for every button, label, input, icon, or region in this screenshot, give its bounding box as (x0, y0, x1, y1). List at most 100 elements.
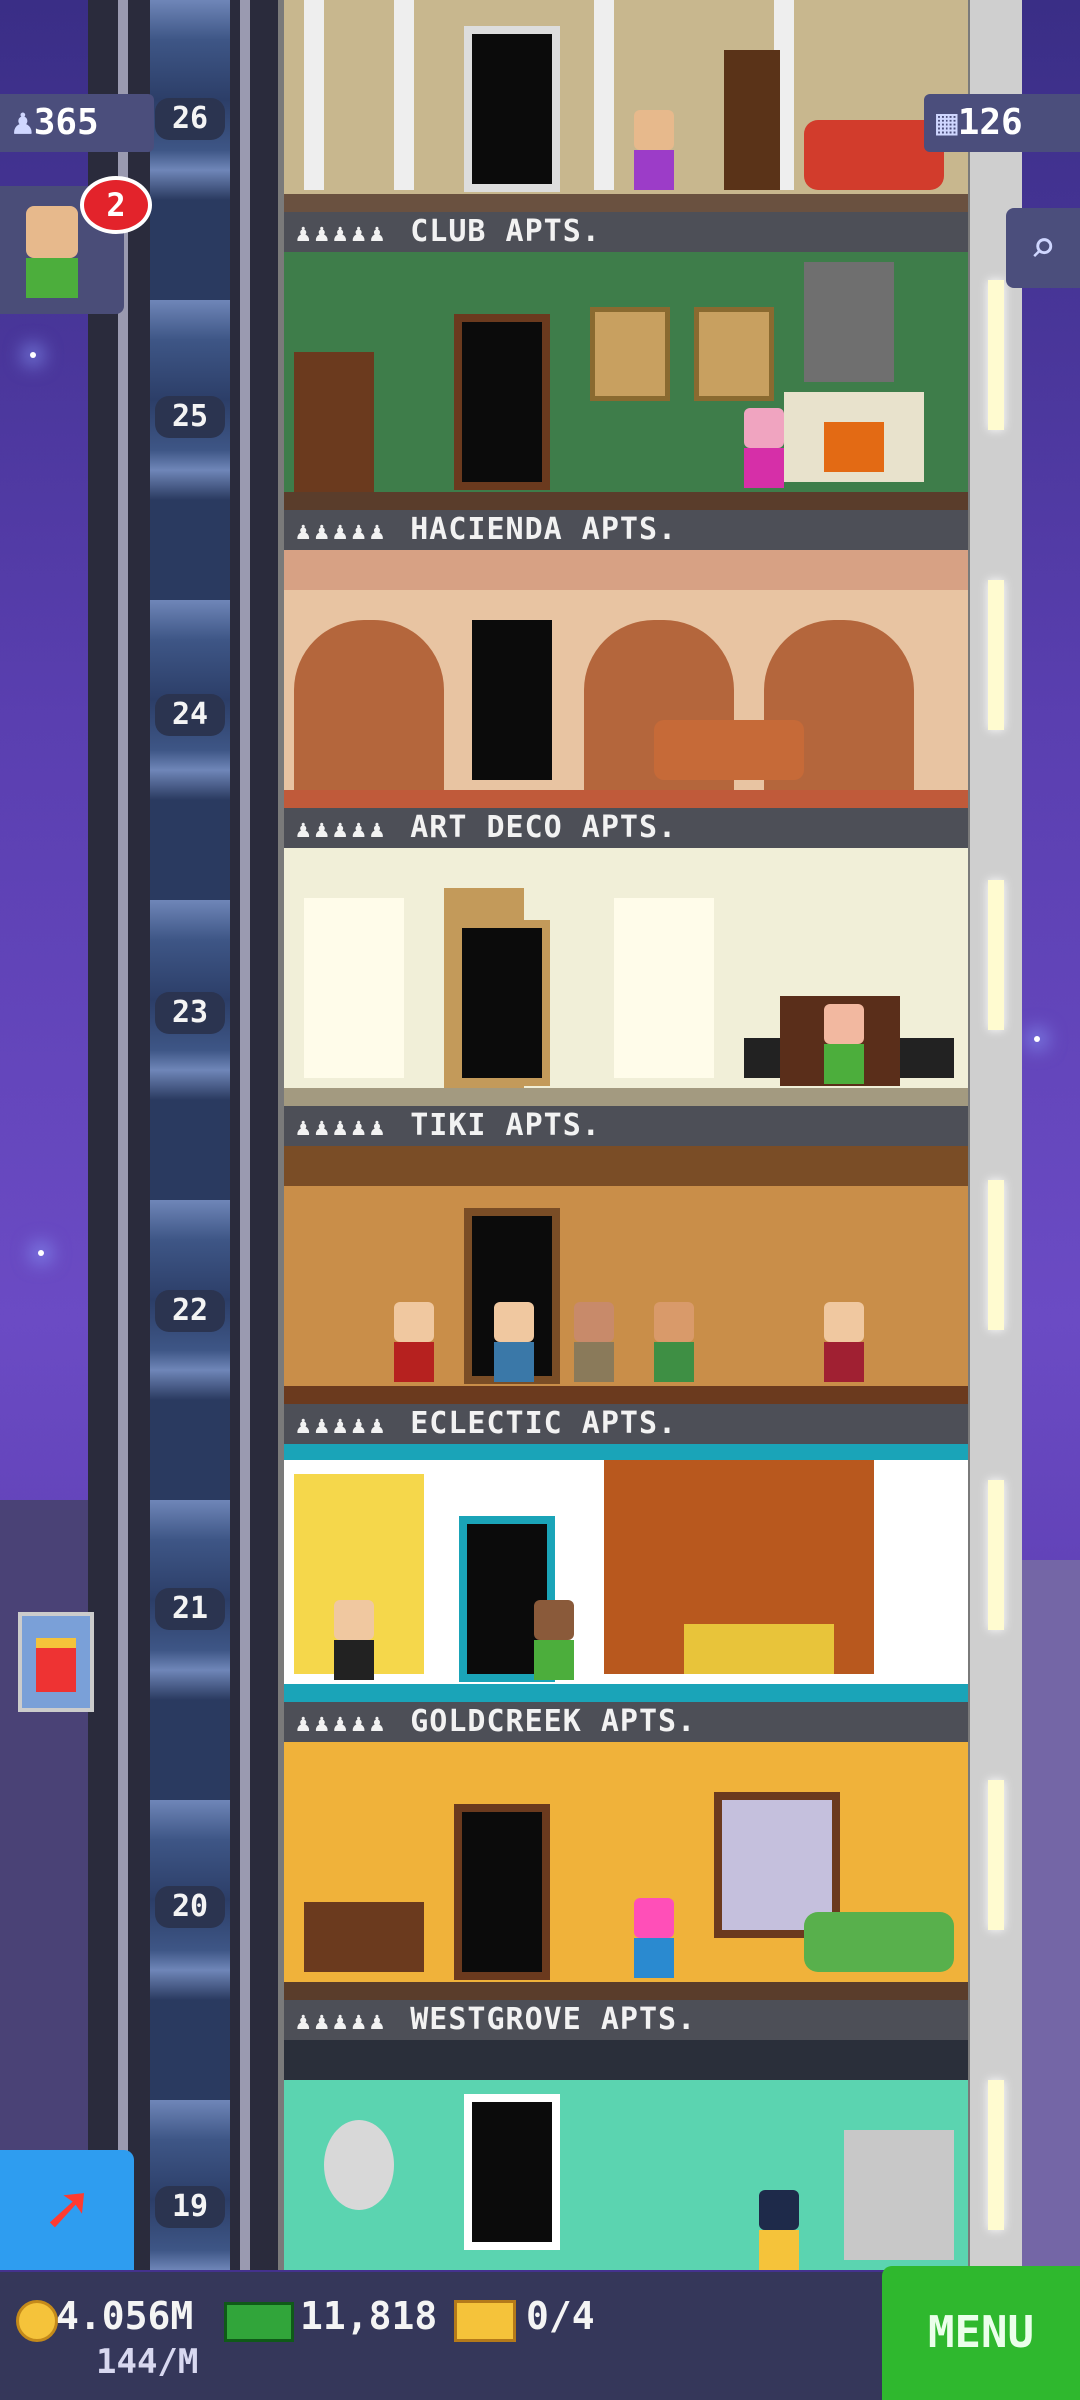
elevator-rail (240, 0, 250, 2270)
population-value: 365 (33, 102, 99, 143)
star-decoration (38, 1250, 44, 1256)
tower-window (988, 580, 1004, 730)
apartment-door (454, 314, 550, 490)
tower-right-column (970, 0, 1022, 2270)
star-decoration (1034, 1036, 1040, 1042)
floor-base (284, 194, 968, 212)
floor-number-22[interactable]: 22 (155, 1290, 225, 1332)
tower-window (988, 1180, 1004, 1330)
floor-base (284, 1386, 968, 1404)
floor-20-room[interactable] (284, 1742, 968, 2000)
floor-name: CLUB APTS. (410, 214, 601, 249)
tower-window (988, 1480, 1004, 1630)
fries-icon (36, 1638, 76, 1692)
occupancy-icons: ♟♟♟♟♟ (296, 1113, 389, 1141)
floor-name: TIKI APTS. (410, 1108, 601, 1143)
star-decoration (30, 352, 36, 358)
floor-number-23[interactable]: 23 (155, 992, 225, 1034)
person-icon: ♟ (12, 102, 34, 143)
search-button[interactable]: ⌕ (1006, 208, 1080, 288)
ticket-icon (454, 2300, 516, 2342)
floor-22-room[interactable] (284, 1146, 968, 1404)
elevator-up-button[interactable]: ➚ (0, 2150, 134, 2270)
notification-badge: 2 (80, 176, 152, 234)
apartment-door (454, 920, 550, 1086)
resident-sprite[interactable] (744, 408, 784, 488)
resident-sprite[interactable] (824, 1004, 864, 1084)
floor-number-25[interactable]: 25 (155, 396, 225, 438)
magnifier-icon: ⌕ (1029, 222, 1057, 273)
resident-sprite[interactable] (634, 110, 674, 190)
apartment-door (464, 612, 560, 788)
floor-base (284, 790, 968, 808)
floor-21-room[interactable] (284, 1444, 968, 1702)
background-building (1022, 1560, 1080, 2270)
population-counter[interactable]: ♟365 (0, 94, 154, 152)
tower-window (988, 1780, 1004, 1930)
floor-25-label: ♟♟♟♟♟ HACIENDA APTS. (284, 510, 968, 550)
floor-name: ART DECO APTS. (410, 810, 678, 845)
floor-base (284, 1088, 968, 1106)
visitor-avatar (26, 206, 78, 258)
floor-name: GOLDCREEK APTS. (410, 1704, 697, 1739)
resident-sprite[interactable] (334, 1600, 374, 1680)
floor-number-19[interactable]: 19 (155, 2186, 225, 2228)
apartment-door (454, 1804, 550, 1980)
resident-sprite[interactable] (759, 2190, 799, 2270)
floor-25-room[interactable] (284, 252, 968, 510)
occupancy-icons: ♟♟♟♟♟ (296, 219, 389, 247)
floor-19-room[interactable] (284, 2040, 968, 2270)
floor-base (284, 492, 968, 510)
apartment-door (464, 26, 560, 192)
resident-sprite[interactable] (824, 1302, 864, 1382)
floor-name: ECLECTIC APTS. (410, 1406, 678, 1441)
visitor-avatar-body (26, 258, 78, 298)
floor-21-label: ♟♟♟♟♟ GOLDCREEK APTS. (284, 1702, 968, 1742)
floor-23-label: ♟♟♟♟♟ TIKI APTS. (284, 1106, 968, 1146)
resident-sprite[interactable] (494, 1302, 534, 1382)
resident-sprite[interactable] (534, 1600, 574, 1680)
floor-number-20[interactable]: 20 (155, 1886, 225, 1928)
tower-window (988, 280, 1004, 430)
occupancy-icons: ♟♟♟♟♟ (296, 517, 389, 545)
floor-26-room[interactable] (284, 0, 968, 212)
floor-number-24[interactable]: 24 (155, 694, 225, 736)
building-icon: ▦ (936, 102, 958, 143)
resident-sprite[interactable] (634, 1898, 674, 1978)
arrow-up-right-icon: ➚ (45, 2169, 89, 2251)
coins-rate: 144/M (96, 2342, 199, 2382)
floors-counter[interactable]: ▦126 (924, 94, 1080, 152)
floor-base (284, 1684, 968, 1702)
floor-20-label: ♟♟♟♟♟ WESTGROVE APTS. (284, 2000, 968, 2040)
elevator-car-track[interactable] (150, 0, 230, 2270)
floor-name: HACIENDA APTS. (410, 512, 678, 547)
occupancy-icons: ♟♟♟♟♟ (296, 1709, 389, 1737)
floor-26-label: ♟♟♟♟♟ CLUB APTS. (284, 212, 968, 252)
bitizen-request-card[interactable] (18, 1612, 94, 1712)
floor-base (284, 1982, 968, 2000)
resident-sprite[interactable] (654, 1302, 694, 1382)
resident-sprite[interactable] (574, 1302, 614, 1382)
occupancy-icons: ♟♟♟♟♟ (296, 815, 389, 843)
floor-number-21[interactable]: 21 (155, 1588, 225, 1630)
bux-icon (224, 2302, 294, 2342)
floor-name: WESTGROVE APTS. (410, 2002, 697, 2037)
bux-value: 11,818 (300, 2294, 438, 2338)
resident-sprite[interactable] (394, 1302, 434, 1382)
floor-24-room[interactable] (284, 550, 968, 808)
elevator-rail (118, 0, 128, 2270)
floor-24-label: ♟♟♟♟♟ ART DECO APTS. (284, 808, 968, 848)
floor-number-26[interactable]: 26 (155, 98, 225, 140)
menu-button[interactable]: MENU (882, 2266, 1080, 2400)
floor-23-room[interactable] (284, 848, 968, 1106)
occupancy-icons: ♟♟♟♟♟ (296, 1411, 389, 1439)
tower-window (988, 2080, 1004, 2230)
coin-icon (16, 2300, 58, 2342)
tickets-value: 0/4 (526, 2294, 595, 2338)
apartment-door (464, 2094, 560, 2250)
floors-value: 126 (957, 102, 1023, 143)
coins-value: 4.056M (56, 2294, 194, 2338)
floor-22-label: ♟♟♟♟♟ ECLECTIC APTS. (284, 1404, 968, 1444)
tower-window (988, 880, 1004, 1030)
occupancy-icons: ♟♟♟♟♟ (296, 2007, 389, 2035)
